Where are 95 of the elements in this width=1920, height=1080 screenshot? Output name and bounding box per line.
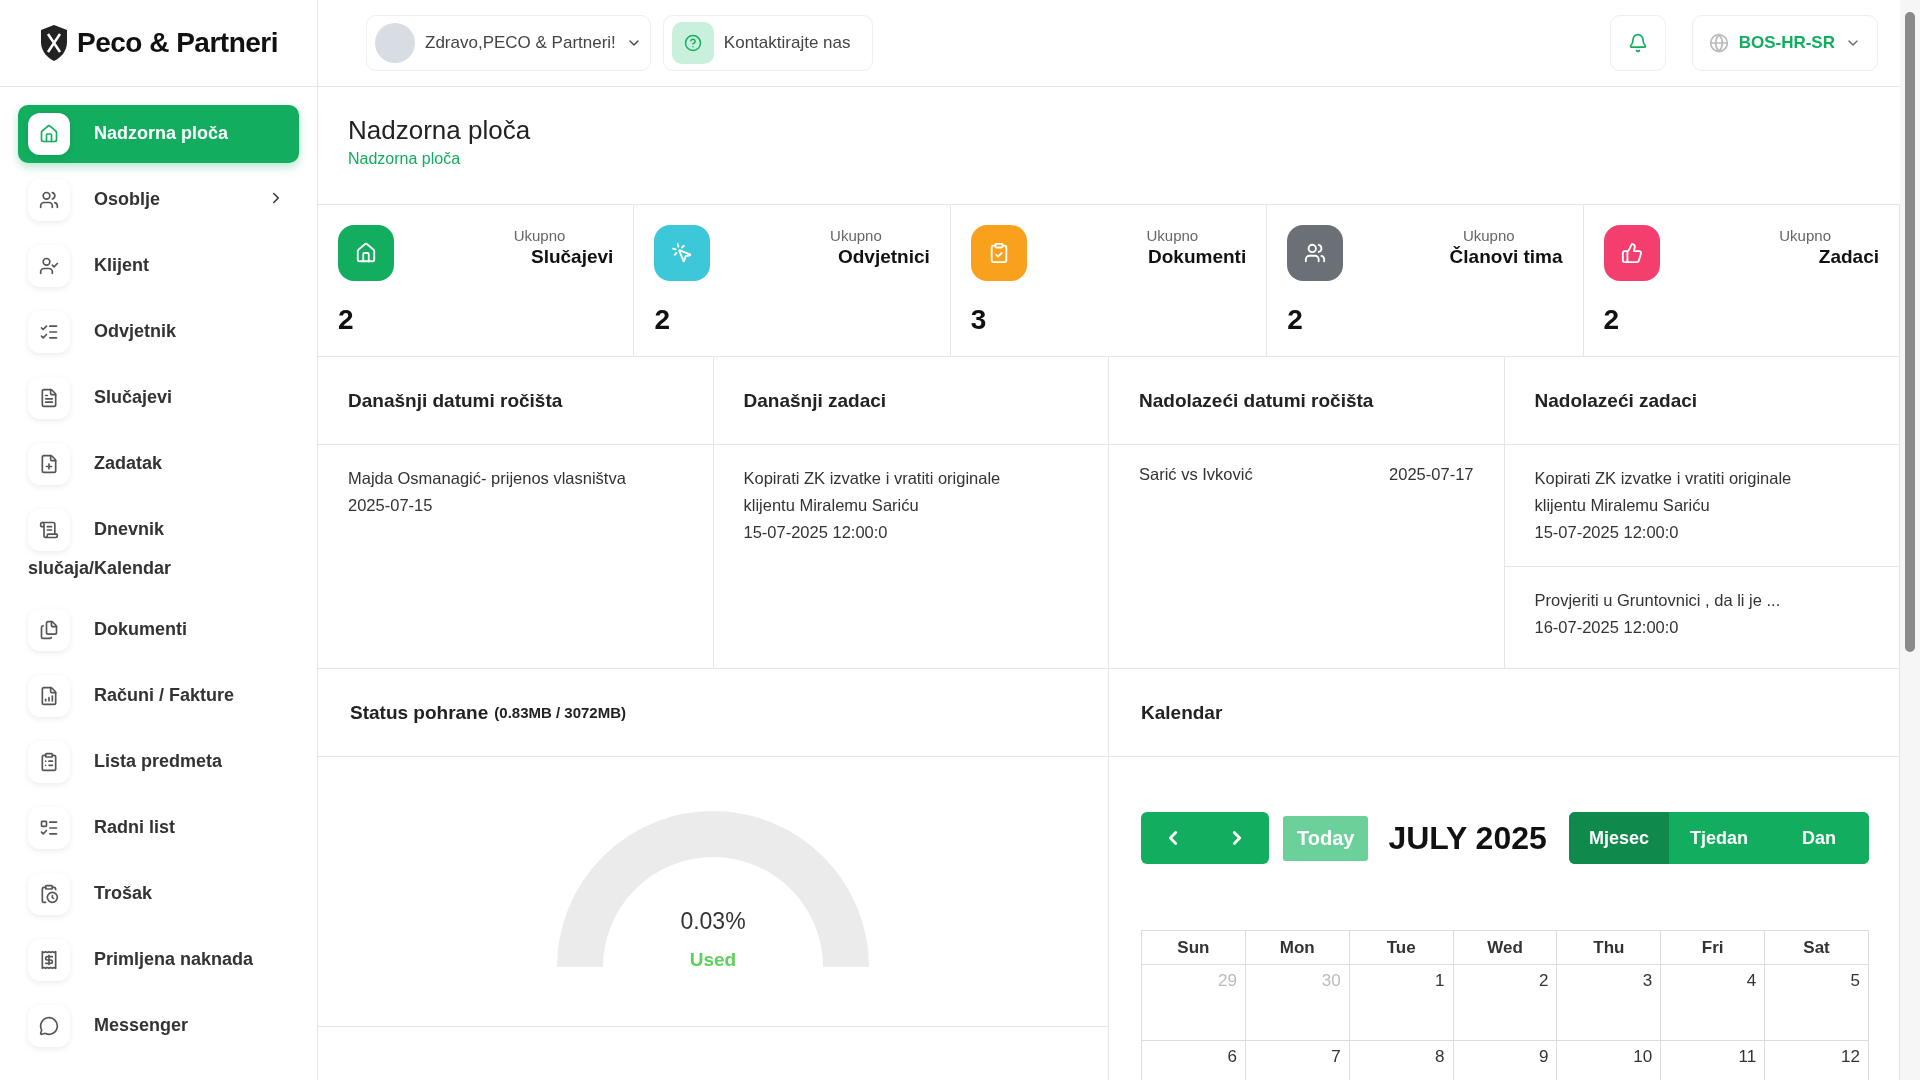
storage-caption: Used	[689, 949, 737, 971]
stat-caption: Ukupno	[830, 227, 883, 244]
weekday-header: Tue	[1349, 931, 1454, 965]
shield-logo-icon	[39, 24, 69, 62]
stat-label: Slučajevi	[531, 246, 614, 268]
card-title: Status pohrane	[350, 701, 489, 724]
sidebar-item[interactable]: Slučajevi	[18, 369, 299, 427]
day-number[interactable]: 9	[1538, 1047, 1549, 1080]
stat-value: 2	[654, 304, 671, 336]
sidebar-item-icon	[28, 311, 70, 353]
scrollbar-thumb[interactable]	[1905, 12, 1915, 652]
sidebar-item[interactable]: Trošak	[18, 865, 299, 924]
entry-text: Majda Osmanagić- prijenos vlasništva	[348, 468, 627, 489]
day-number[interactable]: 3	[1642, 971, 1653, 1034]
sidebar-item[interactable]: Radni list	[18, 799, 299, 858]
notifications-button[interactable]	[1609, 15, 1666, 71]
entry-text: Kopirati ZK izvatke i vratiti originale klijentu Miralemu Sariću	[743, 468, 1002, 516]
weekday-header: Sun	[1142, 931, 1246, 965]
sidebar-item[interactable]: Messenger	[18, 997, 299, 1056]
sidebar-item[interactable]: Dnevnik slučaja/Kalendar	[18, 501, 299, 594]
view-tab[interactable]: Mjesec	[1569, 812, 1669, 864]
page-title: Nadzorna ploča	[348, 115, 532, 146]
day-number[interactable]: 11	[1738, 1047, 1757, 1080]
panel-title: Današnji zadaci	[713, 357, 1108, 445]
bell-icon	[1627, 33, 1648, 53]
weekday-header: Thu	[1557, 931, 1662, 965]
weekday-header: Sat	[1765, 931, 1869, 965]
stat-caption: Ukupno	[1779, 227, 1832, 244]
entry-text: 15-07-2025 12:00:0	[1534, 522, 1680, 543]
stat-label: Dokumenti	[1148, 246, 1247, 268]
day-number[interactable]: 6	[1227, 1047, 1237, 1080]
sidebar-item[interactable]: Računi / Fakture	[18, 667, 299, 726]
sidebar-item[interactable]: Zadatak	[18, 435, 299, 493]
sidebar-item-icon	[28, 939, 70, 982]
sidebar-item-icon	[28, 675, 70, 718]
greeting-menu[interactable]: Zdravo,PECO & Partneri!	[366, 15, 651, 71]
stat-value: 2	[1287, 304, 1304, 336]
stat-caption: Ukupno	[1146, 227, 1200, 244]
entry-text: Provjeriti u Gruntovnici , da li je ...	[1534, 590, 1782, 611]
sidebar-item-icon	[28, 1005, 70, 1048]
panel-title: Nadolazeći datumi ročišta	[1109, 357, 1504, 445]
stat-value: 2	[338, 304, 355, 336]
sidebar-item[interactable]: Dokumenti	[18, 601, 299, 660]
globe-icon	[1708, 33, 1729, 53]
sidebar-item-icon	[28, 377, 70, 419]
entry-text: 2025-07-15	[348, 495, 434, 516]
panel-title: Današnji datumi ročišta	[318, 357, 713, 445]
storage-percent: 0.03%	[680, 908, 746, 935]
sidebar-item[interactable]: Odvjetnik	[18, 303, 299, 361]
day-number[interactable]: 4	[1746, 971, 1757, 1034]
avatar-placeholder	[375, 23, 415, 63]
weekday-header: Mon	[1245, 931, 1350, 965]
day-number[interactable]: 12	[1841, 1047, 1860, 1080]
day-number[interactable]: 5	[1850, 971, 1860, 1034]
sidebar-item[interactable]: Osoblje	[18, 171, 299, 229]
stat-label: Odvjetnici	[837, 246, 930, 268]
stat-value: 2	[1603, 304, 1621, 336]
contact-button[interactable]: Kontaktirajte nas	[662, 15, 874, 71]
sidebar-item-icon	[28, 443, 70, 485]
sidebar-item-icon	[28, 245, 70, 287]
entry-text: Kopirati ZK izvatke i vratiti originale klijentu Miralemu Sariću	[1534, 468, 1793, 516]
sidebar-item-icon	[28, 807, 70, 850]
sidebar-item[interactable]: Klijent	[18, 237, 299, 295]
sidebar-item-icon	[28, 873, 70, 916]
stat-caption: Ukupno	[513, 227, 567, 244]
greeting-text: Zdravo,PECO & Partneri!	[425, 33, 616, 53]
weekday-header: Wed	[1453, 931, 1558, 965]
storage-usage: (0.83MB / 3072MB)	[494, 704, 627, 721]
sidebar-item-icon	[28, 609, 70, 652]
sidebar-item[interactable]: Lista predmeta	[18, 733, 299, 792]
stat-label: Članovi tima	[1449, 246, 1563, 268]
calendar-month: JULY 2025	[1388, 819, 1547, 857]
sidebar-item-icon	[28, 179, 70, 221]
help-icon	[671, 22, 714, 64]
sidebar-item[interactable]: Primljena naknada	[18, 931, 299, 990]
weekday-header: Fri	[1661, 931, 1766, 965]
entry-text: 15-07-2025 12:00:0	[743, 522, 889, 543]
brand-name: Peco & Partneri	[77, 27, 278, 59]
entry-date: 2025-07-17	[1389, 465, 1474, 484]
day-number[interactable]: 1	[1435, 971, 1445, 1034]
sidebar-item-icon	[28, 113, 70, 155]
entry-text: Sarić vs Ivković	[1139, 465, 1253, 484]
day-number[interactable]: 7	[1331, 1047, 1341, 1080]
stat-label: Zadaci	[1818, 246, 1879, 268]
entry-text: 16-07-2025 12:00:0	[1534, 617, 1680, 638]
panel-title: Nadolazeći zadaci	[1504, 357, 1899, 445]
sidebar-item-icon	[28, 741, 70, 784]
day-number[interactable]: 8	[1435, 1047, 1445, 1080]
stat-caption: Ukupno	[1462, 227, 1516, 244]
day-number[interactable]: 10	[1633, 1047, 1653, 1080]
sidebar-item-icon	[28, 509, 70, 551]
contact-label: Kontaktirajte nas	[723, 33, 851, 53]
stat-value: 3	[970, 304, 988, 336]
day-number[interactable]: 2	[1538, 971, 1549, 1034]
card-title: Kalendar	[1141, 701, 1223, 724]
